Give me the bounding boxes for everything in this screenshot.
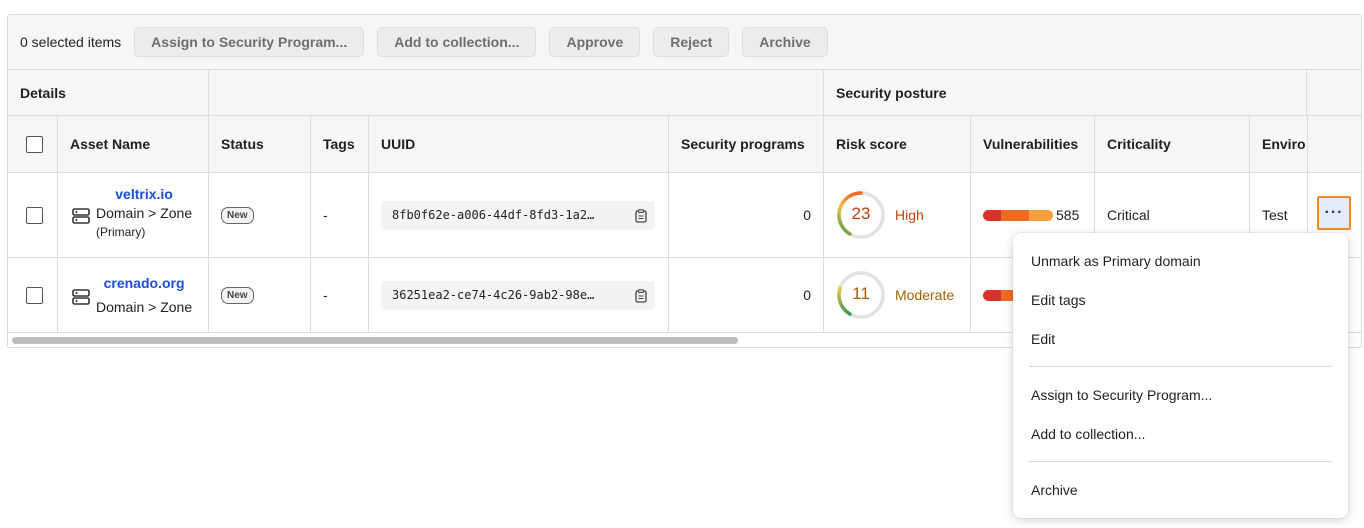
vuln-high-segment [1001,209,1029,221]
horizontal-scrollbar[interactable] [12,337,738,344]
uuid-field: 36251ea2-ce74-4c26-9ab2-98e… [381,280,655,310]
tags-cell: - [311,173,369,258]
menu-item-assign-security-program[interactable]: Assign to Security Program... [1031,387,1212,403]
server-icon [72,208,90,224]
assign-security-program-button[interactable]: Assign to Security Program... [134,27,365,57]
column-header-asset-name[interactable]: Asset Name [58,116,209,173]
security-programs-cell: 0 [669,173,824,258]
column-header-actions [1307,116,1361,173]
column-header-uuid[interactable]: UUID [369,116,669,173]
status-cell: New [209,258,311,333]
vulnerability-severity-bar [983,209,1053,221]
row-select-cell [8,173,58,258]
menu-divider [1029,366,1332,367]
server-icon [72,289,90,305]
security-programs-cell: 0 [669,258,824,333]
row-actions-menu-button[interactable]: ··· [1317,196,1351,230]
column-header-risk-score[interactable]: Risk score [824,116,971,173]
vuln-critical-segment [983,209,1001,221]
clipboard-icon[interactable] [635,288,647,303]
group-header-details: Details [8,70,209,116]
archive-button[interactable]: Archive [742,27,828,57]
risk-score-cell: 23 High [824,173,971,258]
status-badge: New [221,286,254,304]
column-header-vulnerabilities[interactable]: Vulnerabilities [971,116,1095,173]
clipboard-icon[interactable] [635,208,647,223]
row-checkbox[interactable] [26,286,43,304]
asset-primary-label: (Primary) [96,224,146,239]
asset-name-cell: veltrix.io Domain > Zone (Primary) [58,173,209,258]
column-header-criticality[interactable]: Criticality [1095,116,1250,173]
risk-gauge: 23 [836,190,886,240]
risk-level-label: High [895,207,924,223]
column-header-environment[interactable]: Enviro [1250,116,1307,173]
select-all-checkbox[interactable] [26,135,43,153]
status-cell: New [209,173,311,258]
tags-cell: - [311,258,369,333]
uuid-cell: 8fb0f62e-a006-44df-8fd3-1a2… [369,173,669,258]
menu-divider [1029,461,1332,462]
group-header-blank [209,70,824,116]
row-actions-menu: Unmark as Primary domain Edit tags Edit … [1013,233,1348,518]
vuln-critical-segment [983,289,1001,301]
menu-item-add-to-collection[interactable]: Add to collection... [1031,426,1145,442]
menu-item-edit-tags[interactable]: Edit tags [1031,292,1085,308]
uuid-value: 36251ea2-ce74-4c26-9ab2-98e… [392,288,595,302]
uuid-value: 8fb0f62e-a006-44df-8fd3-1a2… [392,208,595,222]
add-to-collection-button[interactable]: Add to collection... [377,27,537,57]
menu-item-archive[interactable]: Archive [1031,482,1078,498]
risk-score-cell: 11 Moderate [824,258,971,333]
status-badge: New [221,206,254,224]
select-all-cell [8,116,58,173]
vulnerability-count: 585 [1056,207,1080,223]
risk-score-value: 23 [851,204,871,223]
asset-name-link[interactable]: crenado.org [96,271,192,295]
column-header-security-programs[interactable]: Security programs [669,116,824,173]
risk-level-label: Moderate [895,287,955,303]
row-select-cell [8,258,58,333]
risk-score-value: 11 [852,284,870,303]
group-header-security-posture: Security posture [824,70,1307,116]
risk-gauge: 11 [836,270,886,320]
menu-item-edit[interactable]: Edit [1031,331,1055,347]
approve-button[interactable]: Approve [549,27,641,57]
bulk-actions-toolbar: 0 selected items Assign to Security Prog… [8,15,1361,70]
asset-name-link[interactable]: veltrix.io [96,185,192,204]
vuln-medium-segment [1029,209,1053,221]
menu-item-unmark-primary[interactable]: Unmark as Primary domain [1031,253,1201,269]
uuid-cell: 36251ea2-ce74-4c26-9ab2-98e… [369,258,669,333]
asset-type: Domain > Zone [96,204,193,221]
asset-name-cell: crenado.org Domain > Zone [58,258,209,333]
row-checkbox[interactable] [26,206,43,224]
reject-button[interactable]: Reject [653,27,730,57]
selected-count: 0 selected items [20,34,122,50]
column-header-status[interactable]: Status [209,116,311,173]
uuid-field: 8fb0f62e-a006-44df-8fd3-1a2… [381,200,655,230]
column-header-tags[interactable]: Tags [311,116,369,173]
asset-type: Domain > Zone [96,299,193,315]
group-header-actions [1307,70,1361,116]
